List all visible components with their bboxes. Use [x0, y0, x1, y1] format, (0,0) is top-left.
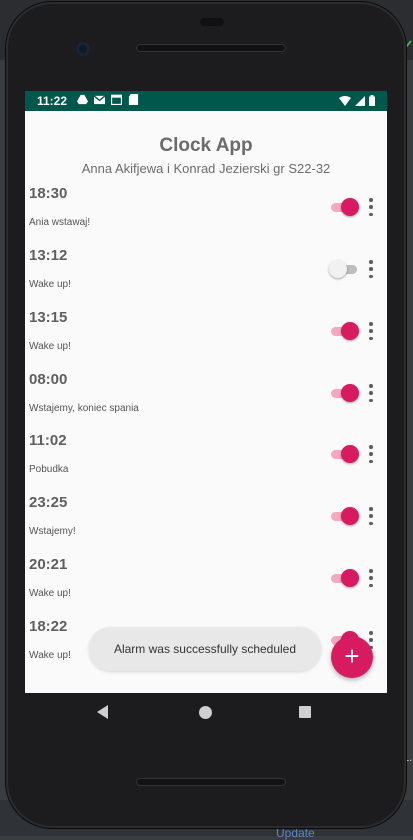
- top-speaker-grille: [136, 44, 286, 52]
- gmail-icon: [94, 95, 105, 105]
- alarm-label: Wstajemy, koniec spania: [29, 403, 139, 414]
- recent-apps-icon[interactable]: [299, 706, 311, 718]
- toast-message: Alarm was successfully scheduled: [89, 627, 321, 671]
- alarm-time: 18:22: [29, 618, 68, 635]
- status-time: 11:22: [37, 94, 68, 108]
- more-options-icon[interactable]: [368, 445, 374, 463]
- toggle-thumb: [329, 260, 347, 278]
- alarm-time: 18:30: [29, 185, 68, 202]
- alarm-toggle-switch[interactable]: [329, 507, 359, 525]
- alarm-row[interactable]: 11:02 Pobudka: [25, 432, 387, 494]
- alarm-label: Wake up!: [29, 341, 71, 352]
- alarm-toggle-switch[interactable]: [329, 322, 359, 340]
- alarm-label: Wake up!: [29, 279, 71, 290]
- ide-update-link[interactable]: Update: [276, 826, 315, 840]
- alarm-toggle-switch[interactable]: [329, 384, 359, 402]
- wifi-icon: [339, 95, 351, 106]
- back-icon[interactable]: [97, 705, 108, 719]
- home-icon[interactable]: [199, 706, 212, 719]
- status-bar: 11:22: [25, 91, 387, 111]
- navigation-bar: [25, 693, 387, 733]
- app-subtitle: Anna Akifjewa i Konrad Jezierski gr S22-…: [81, 161, 331, 176]
- calendar-icon: [111, 94, 122, 105]
- more-options-icon[interactable]: [368, 507, 374, 525]
- battery-icon: [369, 95, 375, 106]
- alarm-label: Wake up!: [29, 650, 71, 661]
- alarm-label: Wake up!: [29, 588, 71, 599]
- earpiece: [200, 18, 224, 26]
- alarm-row[interactable]: 13:15 Wake up!: [25, 309, 387, 371]
- alarm-time: 08:00: [29, 371, 68, 388]
- bottom-speaker-grille: [136, 778, 286, 786]
- sdcard-icon: [128, 94, 139, 105]
- more-options-icon[interactable]: [368, 260, 374, 278]
- toggle-thumb: [341, 322, 359, 340]
- alarm-toggle-switch[interactable]: [329, 198, 359, 216]
- toggle-thumb: [341, 569, 359, 587]
- toggle-thumb: [341, 198, 359, 216]
- alarm-time: 11:02: [29, 432, 67, 449]
- alarm-time: 23:25: [29, 494, 68, 511]
- signal-icon: [355, 95, 365, 106]
- alarm-row[interactable]: 23:25 Wstajemy!: [25, 494, 387, 556]
- app-screen: 11:22 Clock App Anna Akifjewa i Konrad J…: [25, 91, 387, 693]
- toggle-thumb: [341, 445, 359, 463]
- alarm-label: Ania wstawaj!: [29, 217, 91, 228]
- more-options-icon[interactable]: [368, 198, 374, 216]
- front-camera-icon: [76, 42, 90, 56]
- alarm-label: Wstajemy!: [29, 526, 76, 537]
- more-options-icon[interactable]: [368, 569, 374, 587]
- toggle-thumb: [341, 384, 359, 402]
- alarm-time: 13:12: [29, 247, 68, 264]
- drive-icon: [77, 94, 88, 105]
- alarm-label: Pobudka: [29, 464, 69, 475]
- more-options-icon[interactable]: [368, 384, 374, 402]
- alarm-row[interactable]: 18:30 Ania wstawaj!: [25, 185, 387, 247]
- add-alarm-button[interactable]: +: [331, 636, 373, 678]
- more-options-icon[interactable]: [368, 322, 374, 340]
- alarm-toggle-switch[interactable]: [329, 569, 359, 587]
- system-status-icons: [339, 95, 375, 106]
- alarm-time: 20:21: [29, 556, 68, 573]
- notification-icons: [77, 94, 139, 105]
- alarm-row[interactable]: 13:12 Wake up!: [25, 247, 387, 309]
- alarm-toggle-switch[interactable]: [329, 445, 359, 463]
- toggle-thumb: [341, 507, 359, 525]
- alarm-toggle-switch[interactable]: [329, 260, 359, 278]
- alarm-time: 13:15: [29, 309, 68, 326]
- app-title: Clock App: [159, 135, 253, 156]
- alarm-row[interactable]: 08:00 Wstajemy, koniec spania: [25, 371, 387, 433]
- alarm-row[interactable]: 20:21 Wake up!: [25, 556, 387, 618]
